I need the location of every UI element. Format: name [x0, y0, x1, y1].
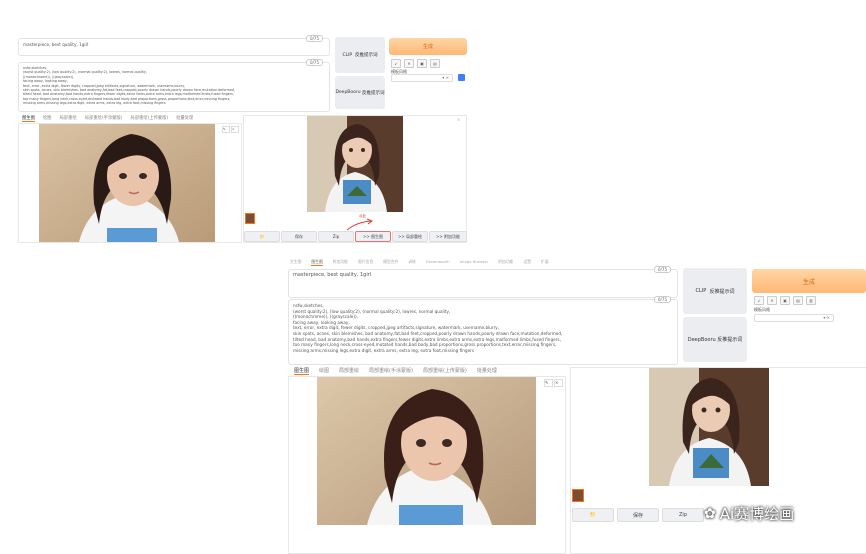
thumbnail[interactable]: [245, 213, 255, 224]
negative-token-count-2: 0/75: [654, 296, 671, 303]
tab-inpaint[interactable]: 局部重绘: [59, 115, 76, 122]
style-select[interactable]: ▾ ×: [391, 74, 453, 82]
edit-icon[interactable]: ✎: [222, 126, 230, 133]
deepbooru-action: 反推提示词: [362, 90, 385, 96]
deepbooru-label: DeepBooru: [335, 90, 361, 95]
tab-batch[interactable]: 批量处理: [176, 115, 193, 122]
save-button-2[interactable]: 保存: [617, 508, 659, 522]
top-screenshot: masterpiece, best quality, 1girl 0/75 ns…: [15, 33, 470, 243]
send-to-inpaint-button[interactable]: >> 局部重绘: [392, 231, 428, 242]
tab-batch-2[interactable]: 批量处理: [477, 367, 497, 375]
output-image[interactable]: [307, 116, 403, 212]
zip-button-2[interactable]: Zip: [662, 508, 704, 522]
clip-action-2: 反推提示词: [709, 288, 735, 295]
clip-action: 反推提示词: [355, 53, 378, 58]
watermark: ✿ Ai赛博绘画: [704, 503, 794, 524]
extra-style-icon-2[interactable]: ▥: [806, 296, 816, 305]
negative-token-count: 0/75: [306, 59, 323, 66]
toolbar-2: ↙ ✕ ▣ ▤ ▥: [754, 296, 816, 305]
tab-img2img[interactable]: 图生图: [22, 115, 35, 122]
output-image-2[interactable]: [649, 368, 769, 486]
tab-inpaint-upload[interactable]: 局部重绘(上传蒙版): [130, 115, 168, 122]
negative-prompt-text: nsfw,sketches, (worst quality:2), (low q…: [23, 66, 236, 106]
zip-button[interactable]: Zip: [318, 231, 354, 242]
img2img-tabs: 图生图 绘图 局部重绘 局部重绘(手涂蒙版) 局部重绘(上传蒙版) 批量处理: [22, 115, 193, 122]
tab-inpaint-sketch-2[interactable]: 局部重绘(手涂蒙版): [369, 367, 413, 375]
top-tab-train[interactable]: 训练: [408, 259, 416, 266]
clip-interrogate-button[interactable]: CLIP 反推提示词: [335, 37, 385, 73]
toolbar: ↙ ✕ ▣ ▤: [391, 59, 440, 68]
thumbnail-2[interactable]: [572, 489, 584, 502]
close-icon-2[interactable]: ×: [554, 379, 563, 387]
deepbooru-interrogate-button[interactable]: DeepBooru 反推提示词: [335, 76, 385, 109]
top-tab-img2img[interactable]: 图生图: [311, 259, 323, 266]
send-to-extras-button[interactable]: >> 附加功能: [429, 231, 467, 242]
open-folder-button-2[interactable]: 📁: [572, 508, 614, 522]
save-style-icon[interactable]: ▣: [417, 59, 427, 68]
top-tab-settings[interactable]: 设置: [523, 259, 531, 266]
apply-style-icon-2[interactable]: ▤: [793, 296, 803, 305]
generate-button-2[interactable]: 生成: [752, 269, 866, 293]
main-tabs: 文生图 图生图 附加功能 图片信息 模型合并 训练 Dreambooth Ima…: [290, 259, 549, 266]
refresh-icon[interactable]: [458, 74, 465, 81]
save-button[interactable]: 保存: [281, 231, 317, 242]
send-to-img2img-button[interactable]: >> 图生图: [355, 231, 391, 242]
tab-sketch[interactable]: 绘图: [43, 115, 52, 122]
wechat-icon: ✿: [704, 505, 716, 522]
positive-prompt-field-2[interactable]: masterpiece, best quality, 1girl 0/75: [288, 266, 678, 298]
top-tab-extensions[interactable]: 扩展: [541, 259, 549, 266]
arrow-icon[interactable]: ↙: [391, 59, 401, 68]
positive-token-count: 0/75: [306, 35, 323, 42]
positive-prompt-text-2: masterpiece, best quality, 1girl: [293, 272, 372, 278]
red-arrow-icon: [346, 218, 374, 231]
style-label-2: 模板风格: [754, 307, 770, 312]
top-tab-merge[interactable]: 模型合并: [383, 259, 398, 266]
top-tab-txt2img[interactable]: 文生图: [290, 259, 301, 266]
positive-token-count-2: 0/75: [654, 266, 671, 273]
img2img-tabs-2: 图生图 绘图 局部重绘 局部重绘(手涂蒙版) 局部重绘(上传蒙版) 批量处理: [294, 367, 497, 375]
save-style-icon-2[interactable]: ▣: [780, 296, 790, 305]
tab-inpaint-sketch[interactable]: 局部重绘(手涂蒙版): [85, 115, 123, 122]
clip-label: CLIP: [342, 52, 353, 58]
top-tab-image-browser[interactable]: Image Browser: [460, 259, 488, 266]
top-tab-extras[interactable]: 附加功能: [333, 259, 348, 266]
tab-sketch-2[interactable]: 绘图: [319, 367, 329, 375]
trash-icon-2[interactable]: ✕: [767, 296, 777, 305]
top-tab-extras-2[interactable]: 附加功能: [498, 259, 513, 266]
clip-label-2: CLIP: [695, 288, 707, 294]
generate-button[interactable]: 生成: [389, 38, 467, 55]
style-select-2[interactable]: ▾ ×: [754, 314, 834, 322]
edit-icon-2[interactable]: ✎: [544, 379, 553, 387]
deepbooru-interrogate-button-2[interactable]: DeepBooru 反推提示词: [683, 317, 747, 362]
close-icon[interactable]: ×: [231, 126, 239, 133]
negative-prompt-field[interactable]: nsfw,sketches, (worst quality:2), (low q…: [18, 59, 330, 112]
arrow-icon-2[interactable]: ↙: [754, 296, 764, 305]
close-output-icon[interactable]: ×: [457, 117, 460, 122]
top-tab-png-info[interactable]: 图片信息: [358, 259, 373, 266]
negative-prompt-text-2: nsfw,sketches, (worst quality:2), (low q…: [293, 303, 563, 353]
tab-inpaint-upload-2[interactable]: 局部重绘(上传蒙版): [423, 367, 467, 375]
input-image[interactable]: [39, 124, 215, 242]
deepbooru-action-2: 反推提示词: [717, 337, 743, 343]
watermark-text: Ai赛博绘画: [719, 505, 795, 523]
positive-prompt-text: masterpiece, best quality, 1girl: [23, 42, 89, 47]
positive-prompt-field[interactable]: masterpiece, best quality, 1girl 0/75: [18, 35, 330, 56]
open-folder-button[interactable]: 📁: [244, 231, 280, 242]
top-tab-dreambooth[interactable]: Dreambooth: [426, 259, 450, 266]
trash-icon[interactable]: ✕: [404, 59, 414, 68]
input-image-2[interactable]: [317, 377, 536, 525]
tab-img2img-2[interactable]: 图生图: [294, 367, 310, 375]
clip-interrogate-button-2[interactable]: CLIP 反推提示词: [683, 268, 747, 314]
negative-prompt-field-2[interactable]: nsfw,sketches, (worst quality:2), (low q…: [288, 296, 678, 365]
deepbooru-label-2: DeepBooru: [687, 336, 716, 343]
tab-inpaint-2[interactable]: 局部重绘: [339, 367, 359, 375]
apply-style-icon[interactable]: ▤: [430, 59, 440, 68]
